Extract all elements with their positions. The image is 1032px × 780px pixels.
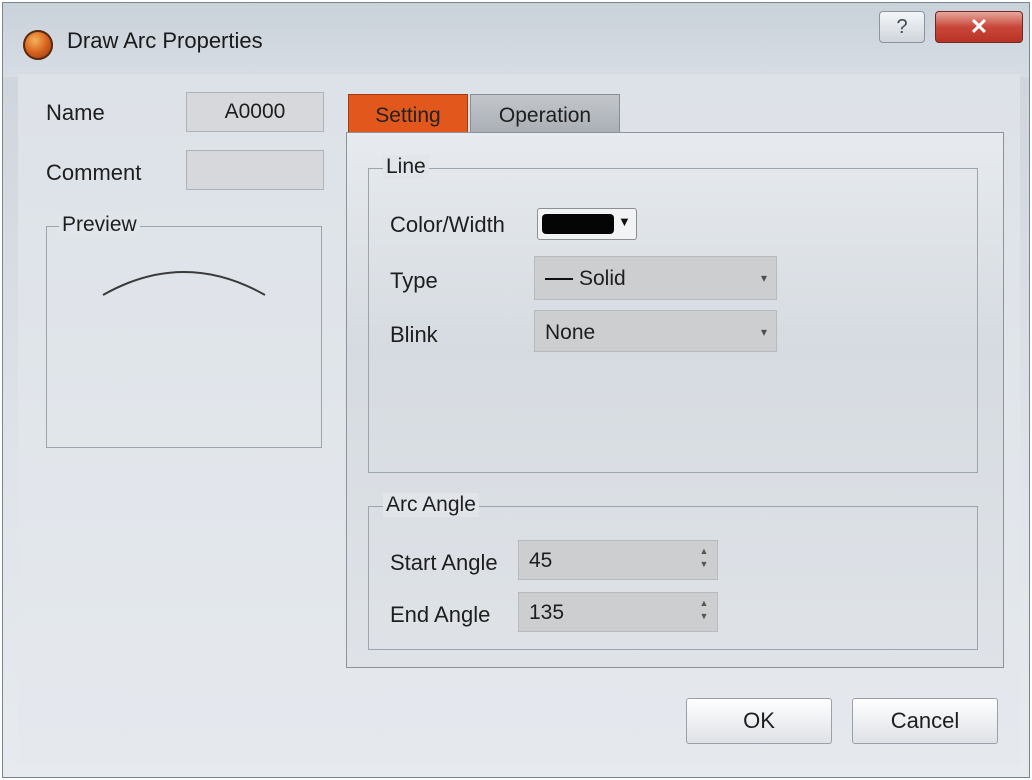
comment-label: Comment [46, 160, 142, 185]
start-angle-value: 45 [529, 549, 553, 572]
end-angle-label: End Angle [390, 602, 491, 627]
name-label: Name [46, 100, 105, 125]
type-dropdown[interactable]: Solid ▾ [534, 256, 777, 300]
start-angle-label: Start Angle [390, 550, 498, 575]
comment-field[interactable] [186, 150, 324, 190]
blink-label: Blink [390, 322, 438, 347]
type-label: Type [390, 268, 438, 293]
blink-dropdown[interactable]: None ▾ [534, 310, 777, 352]
help-button[interactable]: ? [879, 11, 925, 43]
tab-operation[interactable]: Operation [470, 94, 620, 134]
tab-setting[interactable]: Setting [348, 94, 468, 134]
type-value: Solid [579, 267, 626, 290]
end-angle-spinbox[interactable]: 135 ▲ ▼ [518, 592, 718, 632]
solid-line-icon [545, 278, 573, 280]
line-group-title: Line [383, 155, 429, 179]
spin-arrows-icon[interactable]: ▲ ▼ [697, 545, 711, 575]
arc-preview-curve [102, 271, 266, 296]
end-angle-value: 135 [529, 601, 565, 624]
arc-angle-group-title: Arc Angle [383, 493, 479, 517]
spin-arrows-icon[interactable]: ▲ ▼ [697, 597, 711, 627]
start-angle-spinbox[interactable]: 45 ▲ ▼ [518, 540, 718, 580]
name-field[interactable]: A0000 [186, 92, 324, 132]
color-width-label: Color/Width [390, 212, 505, 237]
arc-preview [102, 271, 266, 296]
ok-button[interactable]: OK [686, 698, 832, 744]
title-bar[interactable]: Draw Arc Properties ? ✕ [3, 3, 1029, 77]
window-title: Draw Arc Properties [67, 28, 263, 53]
chevron-down-icon: ▼ [618, 214, 631, 229]
color-swatch [542, 214, 614, 234]
chevron-down-icon[interactable]: ▾ [752, 311, 776, 351]
preview-group: Preview [46, 213, 322, 448]
app-icon [23, 30, 53, 60]
color-width-picker[interactable]: ▼ [537, 208, 637, 240]
chevron-down-icon[interactable]: ▾ [752, 257, 776, 299]
cancel-button[interactable]: Cancel [852, 698, 998, 744]
blink-value: None [545, 321, 596, 344]
close-button[interactable]: ✕ [935, 11, 1023, 43]
